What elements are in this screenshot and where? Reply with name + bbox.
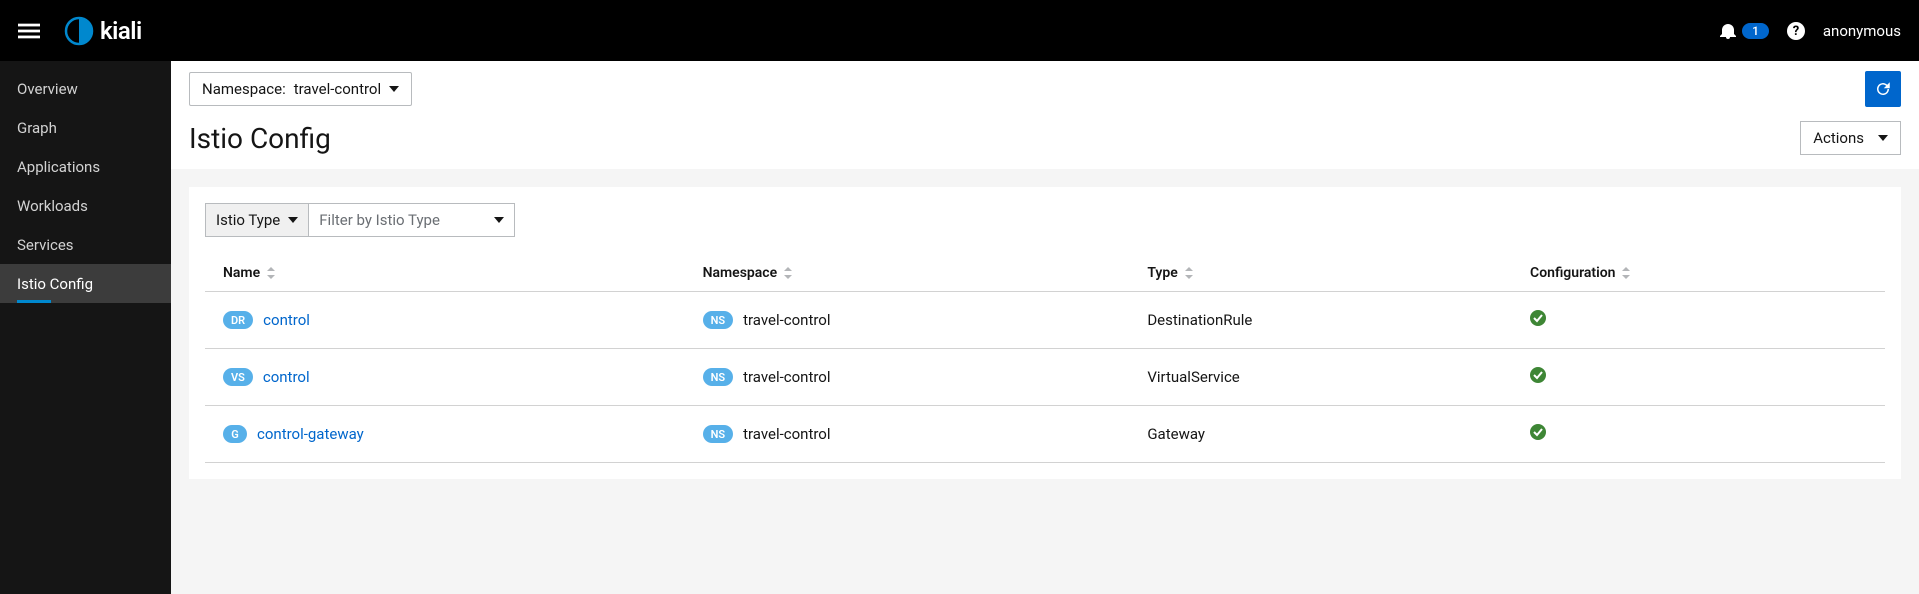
sidebar-item-label: Services	[17, 236, 74, 254]
table-row: VS control NS travel-control VirtualService	[205, 349, 1885, 406]
type-badge: VS	[223, 368, 253, 386]
config-ok-icon	[1530, 426, 1546, 444]
type-text: Gateway	[1147, 425, 1205, 443]
sort-icon	[266, 267, 276, 279]
caret-down-icon	[494, 215, 504, 225]
notification-count-badge: 1	[1742, 23, 1769, 39]
config-ok-icon	[1530, 312, 1546, 330]
table-row: DR control NS travel-control DestinationRule	[205, 292, 1885, 349]
config-name-link[interactable]: control-gateway	[257, 425, 364, 443]
content-card: Istio Type Filter by Istio Type Name Nam…	[189, 187, 1901, 479]
sidebar-item-applications[interactable]: Applications	[0, 147, 171, 186]
sidebar-item-istio-config[interactable]: Istio Config	[0, 264, 171, 303]
name-cell: DR control	[223, 311, 667, 329]
refresh-button[interactable]	[1865, 71, 1901, 107]
sidebar-item-label: Applications	[17, 158, 100, 176]
question-icon: ?	[1787, 22, 1805, 40]
type-text: DestinationRule	[1147, 311, 1252, 329]
brand-logo[interactable]: kiali	[64, 16, 142, 46]
sidebar-item-label: Graph	[17, 119, 57, 137]
hamburger-icon	[18, 20, 40, 42]
sidebar-item-label: Istio Config	[17, 275, 93, 293]
sidebar-item-label: Workloads	[17, 197, 88, 215]
namespace-selector[interactable]: Namespace: travel-control	[189, 72, 412, 106]
page-title: Istio Config	[189, 122, 331, 155]
table-header: Name Namespace Type Configuration	[205, 255, 1885, 292]
caret-down-icon	[1878, 133, 1888, 143]
sidebar-item-overview[interactable]: Overview	[0, 69, 171, 108]
masthead-left: kiali	[18, 16, 142, 46]
namespace-value: travel-control	[294, 80, 381, 98]
main-content: Namespace: travel-control Istio Config A…	[171, 61, 1919, 594]
menu-toggle-button[interactable]	[18, 20, 40, 42]
namespace-text: travel-control	[743, 368, 830, 386]
sidebar-item-graph[interactable]: Graph	[0, 108, 171, 147]
namespace-cell: NS travel-control	[703, 368, 1112, 386]
namespace-text: travel-control	[743, 311, 830, 329]
caret-down-icon	[389, 84, 399, 94]
refresh-icon	[1874, 80, 1892, 98]
filter-value-placeholder: Filter by Istio Type	[319, 211, 440, 229]
type-badge: G	[223, 425, 247, 443]
masthead: kiali 1 ? anonymous	[0, 0, 1919, 61]
column-header-configuration[interactable]: Configuration	[1512, 255, 1885, 292]
istio-config-table: Name Namespace Type Configuration DR cont…	[205, 255, 1885, 463]
sidebar-item-label: Overview	[17, 80, 78, 98]
sidebar: Overview Graph Applications Workloads Se…	[0, 61, 171, 594]
caret-down-icon	[288, 215, 298, 225]
filter-value-dropdown[interactable]: Filter by Istio Type	[309, 203, 515, 237]
sort-icon	[1621, 267, 1631, 279]
help-button[interactable]: ?	[1787, 22, 1805, 40]
namespace-cell: NS travel-control	[703, 311, 1112, 329]
brand-text: kiali	[100, 17, 142, 45]
column-header-name[interactable]: Name	[205, 255, 685, 292]
namespace-badge: NS	[703, 425, 734, 443]
actions-dropdown[interactable]: Actions	[1800, 121, 1901, 155]
namespace-badge: NS	[703, 311, 734, 329]
namespace-label: Namespace:	[202, 80, 286, 98]
sidebar-item-workloads[interactable]: Workloads	[0, 186, 171, 225]
namespace-text: travel-control	[743, 425, 830, 443]
namespace-row: Namespace: travel-control	[189, 71, 1901, 107]
title-row: Istio Config Actions	[189, 121, 1901, 155]
config-ok-icon	[1530, 369, 1546, 387]
type-text: VirtualService	[1147, 368, 1239, 386]
bell-icon	[1720, 23, 1736, 39]
column-header-namespace[interactable]: Namespace	[685, 255, 1130, 292]
name-cell: Gcontrol-gateway	[223, 425, 667, 443]
notifications-button[interactable]: 1	[1720, 23, 1769, 39]
filter-toolbar: Istio Type Filter by Istio Type	[205, 203, 1885, 237]
column-header-type[interactable]: Type	[1129, 255, 1512, 292]
name-cell: VS control	[223, 368, 667, 386]
filter-attribute-dropdown[interactable]: Istio Type	[205, 203, 309, 237]
svg-text:?: ?	[1793, 24, 1799, 39]
layout: Overview Graph Applications Workloads Se…	[0, 61, 1919, 594]
sort-icon	[1184, 267, 1194, 279]
namespace-badge: NS	[703, 368, 734, 386]
table-row: Gcontrol-gateway NS travel-control Gateway	[205, 406, 1885, 463]
kiali-logo-icon	[64, 16, 94, 46]
sort-icon	[783, 267, 793, 279]
type-badge: DR	[223, 311, 253, 329]
actions-label: Actions	[1813, 129, 1864, 147]
namespace-cell: NS travel-control	[703, 425, 1112, 443]
config-name-link[interactable]: control	[263, 311, 310, 329]
config-name-link[interactable]: control	[263, 368, 310, 386]
page-header: Namespace: travel-control Istio Config A…	[171, 61, 1919, 169]
user-menu[interactable]: anonymous	[1823, 22, 1901, 40]
sidebar-item-services[interactable]: Services	[0, 225, 171, 264]
masthead-right: 1 ? anonymous	[1720, 22, 1901, 40]
filter-attribute-label: Istio Type	[216, 211, 280, 229]
